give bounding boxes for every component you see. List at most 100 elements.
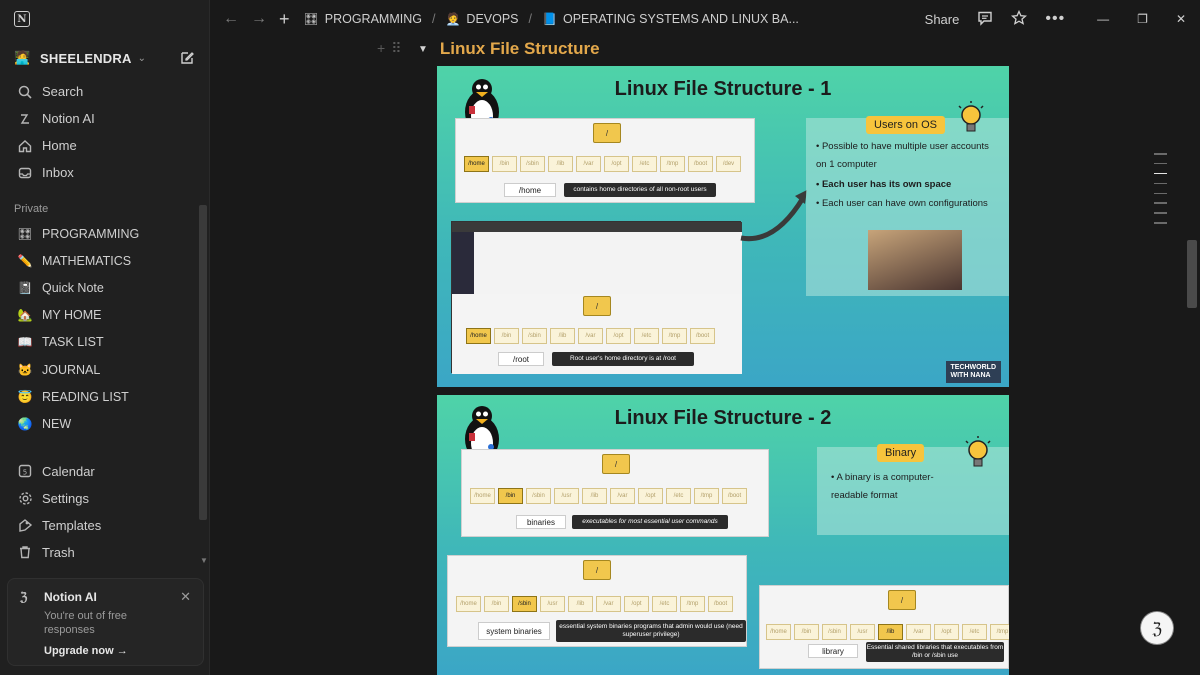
brand-line: TECHWORLD (950, 364, 997, 371)
sidebar-item-label: TASK LIST (42, 335, 104, 350)
new-tab-plus-icon[interactable]: + (279, 9, 290, 30)
sidebar-item-settings[interactable]: Settings (0, 485, 209, 512)
sidebar-item-templates[interactable]: Templates (0, 512, 209, 539)
toc-line[interactable] (1154, 182, 1167, 185)
sidebar-item-label: Inbox (42, 165, 74, 180)
notion-ai-icon: ℨ (20, 590, 28, 604)
binary-card: Binary • A binary is a computer-readable… (817, 436, 1009, 535)
workspace-name: SHEELENDRA (40, 50, 132, 66)
workspace-switcher[interactable]: 🧑‍💻 SHEELENDRA ⌄ (0, 38, 209, 78)
minimize-icon[interactable]: — (1097, 12, 1109, 26)
breadcrumb-label: PROGRAMMING (324, 12, 422, 26)
techworld-brand-badge: TECHWORLD WITH NANA (945, 361, 1001, 383)
toc-line[interactable] (1154, 192, 1167, 195)
toc-line-active[interactable] (1154, 172, 1167, 175)
sidebar-item-mathematics[interactable]: ✏️ MATHEMATICS (0, 247, 209, 274)
folder-chip: /tmp (694, 488, 719, 504)
folder-chip: /etc (652, 596, 677, 612)
breadcrumb-item-os-linux[interactable]: 📘 OPERATING SYSTEMS AND LINUX BA... (542, 12, 799, 26)
toc-line[interactable] (1154, 212, 1167, 214)
notion-ai-upsell-card: ℨ Notion AI ✕ You're out of free respons… (7, 578, 204, 666)
toggle-triangle-icon[interactable]: ▼ (418, 44, 428, 55)
folder-chip: /bin (492, 156, 517, 172)
close-window-icon[interactable]: ✕ (1176, 12, 1186, 26)
folder-chip: /etc (634, 328, 659, 344)
notion-ai-assistant-button[interactable]: ℨ (1141, 612, 1173, 644)
folder-chip: /tmp (680, 596, 705, 612)
folder-chip: /var (578, 328, 603, 344)
sidebar-scrollbar[interactable] (199, 205, 207, 520)
forward-arrow-icon[interactable]: → (251, 10, 267, 28)
notion-logo-icon[interactable]: N (14, 11, 30, 27)
sbin-description: essential system binaries programs that … (556, 620, 746, 642)
toggle-heading[interactable]: ▼ Linux File Structure (418, 39, 600, 59)
favorite-star-icon[interactable] (1011, 9, 1028, 29)
calendar-icon: 5 (16, 464, 34, 478)
upgrade-link[interactable]: Upgrade now → (44, 645, 191, 657)
sidebar-item-search[interactable]: Search (0, 78, 209, 105)
add-block-plus-icon[interactable]: + (377, 40, 385, 57)
slide-title: Linux File Structure - 1 (614, 78, 832, 100)
sidebar-item-notion-ai[interactable]: Notion AI (0, 105, 209, 132)
sidebar-item-label: Notion AI (42, 111, 95, 126)
restore-icon[interactable]: ❐ (1137, 12, 1148, 26)
sidebar-item-label: Search (42, 84, 84, 99)
folder-chip: /etc (666, 488, 691, 504)
folder-chip: /opt (934, 624, 959, 640)
toggle-heading-title: Linux File Structure (439, 39, 600, 58)
scroll-down-arrow-icon[interactable]: ▼ (200, 556, 208, 565)
close-icon[interactable]: ✕ (180, 589, 191, 605)
sidebar-item-new[interactable]: 🌏 NEW (0, 410, 209, 437)
sidebar-item-label: Trash (42, 544, 75, 560)
sidebar-item-my-home[interactable]: 🏡 MY HOME (0, 302, 209, 329)
explorer-window (474, 232, 742, 294)
block-controls: + ⠿ (377, 40, 401, 57)
lightbulb-icon (958, 101, 984, 132)
card-pill: Users on OS (866, 116, 945, 134)
page-content: + ⠿ ▼ Linux File Structure Linux File St… (211, 38, 1187, 675)
page-scrollbar[interactable] (1187, 240, 1197, 308)
sidebar-item-calendar[interactable]: 5 Calendar (0, 458, 209, 485)
folder-chip: /opt (638, 488, 663, 504)
new-page-icon[interactable] (179, 50, 195, 66)
share-button[interactable]: Share (925, 12, 960, 27)
folder-chip: /home (466, 328, 491, 344)
card-pill: Binary (877, 444, 925, 462)
breadcrumb-label: OPERATING SYSTEMS AND LINUX BA... (562, 12, 799, 26)
toc-line[interactable] (1154, 153, 1167, 155)
folder-chip: /sbin (522, 328, 547, 344)
toc-line[interactable] (1154, 222, 1167, 224)
back-arrow-icon[interactable]: ← (223, 10, 239, 28)
drag-handle-icon[interactable]: ⠿ (391, 40, 401, 57)
folder-chip: /tmp (662, 328, 687, 344)
sidebar-item-reading-list[interactable]: 😇 READING LIST (0, 383, 209, 410)
curved-arrow-icon (740, 190, 807, 242)
lightbulb-icon (965, 436, 991, 467)
sidebar-item-label: READING LIST (42, 389, 129, 404)
sidebar-item-home[interactable]: Home (0, 132, 209, 159)
sidebar-item-quick-note[interactable]: 📓 Quick Note (0, 274, 209, 301)
more-options-icon[interactable]: ••• (1045, 10, 1065, 28)
sidebar-item-task-list[interactable]: 📖 TASK LIST (0, 329, 209, 356)
lib-label: library (808, 644, 858, 658)
breadcrumb-item-programming[interactable]: 🎛 PROGRAMMING (304, 12, 422, 26)
breadcrumb-item-devops[interactable]: 🧑‍💼 DEVOPS (445, 12, 518, 26)
toc-line[interactable] (1154, 202, 1167, 204)
sidebar-item-journal[interactable]: 🐱 JOURNAL (0, 356, 209, 383)
sidebar-item-inbox[interactable]: Inbox (0, 159, 209, 186)
table-of-contents-minimap[interactable] (1154, 153, 1167, 232)
comments-icon[interactable] (977, 10, 993, 29)
home-icon (16, 139, 34, 153)
sidebar-item-trash[interactable]: Trash (0, 539, 209, 566)
toc-line[interactable] (1154, 162, 1167, 165)
sidebar: N 🧑‍💻 SHEELENDRA ⌄ Search Notion AI Home… (0, 0, 210, 675)
root-folder-panel: / /home /bin /sbin /lib /var /opt /etc /… (452, 294, 742, 374)
explorer-titlebar (452, 222, 742, 232)
page-icon: 🐱 (17, 362, 33, 377)
sidebar-item-programming[interactable]: 🎛 PROGRAMMING (0, 220, 209, 247)
folder-chip: /var (610, 488, 635, 504)
folder-chip: /bin (498, 488, 523, 504)
sbin-folder-panel: / /home /bin /sbin /usr /lib /var /opt /… (447, 555, 747, 647)
page-icon: 🎛 (303, 12, 319, 26)
card-bullet-text: Each user has its own space (821, 179, 952, 190)
